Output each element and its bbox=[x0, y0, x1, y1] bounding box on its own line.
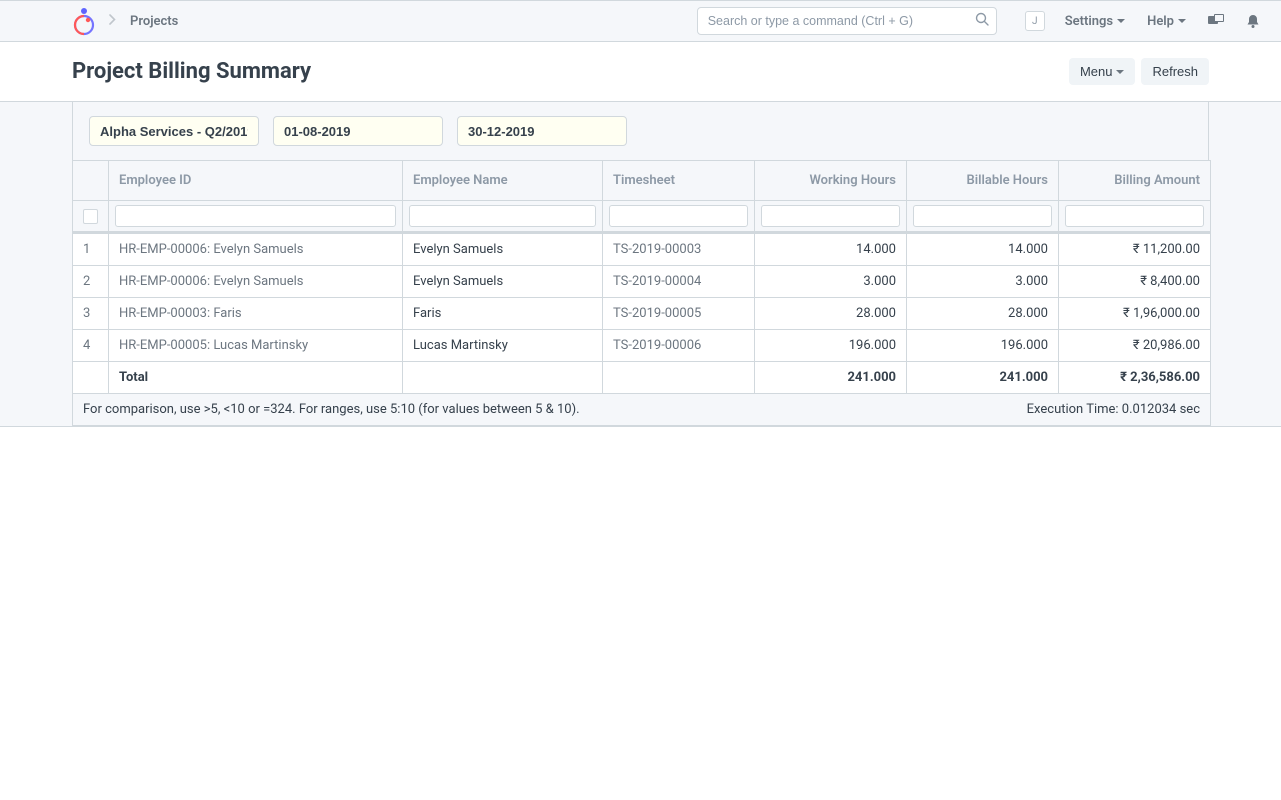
filter-billing-amount[interactable] bbox=[1065, 205, 1204, 227]
cell-timesheet: TS-2019-00004 bbox=[603, 266, 755, 298]
cell-billing-amount: ₹ 11,200.00 bbox=[1059, 233, 1211, 266]
settings-label: Settings bbox=[1065, 14, 1113, 29]
caret-down-icon bbox=[1117, 19, 1125, 23]
row-index: 2 bbox=[73, 266, 109, 298]
row-index: 4 bbox=[73, 330, 109, 362]
select-all-checkbox[interactable] bbox=[83, 209, 98, 224]
cell-working-hours: 14.000 bbox=[755, 233, 907, 266]
caret-down-icon bbox=[1116, 70, 1124, 74]
cell-employee-id: HR-EMP-00003: Faris bbox=[109, 298, 403, 330]
filter-hint: For comparison, use >5, <10 or =324. For… bbox=[83, 402, 580, 417]
navbar: Projects J Settings Help bbox=[0, 0, 1281, 42]
cell-billing-amount: ₹ 8,400.00 bbox=[1059, 266, 1211, 298]
cell-billing-amount: ₹ 1,96,000.00 bbox=[1059, 298, 1211, 330]
cell-billable-hours: 28.000 bbox=[907, 298, 1059, 330]
filter-employee-id[interactable] bbox=[115, 205, 396, 227]
col-header-timesheet[interactable]: Timesheet bbox=[603, 161, 755, 201]
execution-time: Execution Time: 0.012034 sec bbox=[1027, 402, 1200, 417]
report-filters bbox=[72, 102, 1209, 160]
help-menu[interactable]: Help bbox=[1141, 14, 1192, 29]
table-footer: For comparison, use >5, <10 or =324. For… bbox=[73, 394, 1211, 426]
filter-to-date[interactable] bbox=[457, 116, 627, 146]
total-working-hours: 241.000 bbox=[755, 362, 907, 394]
col-header-working-hours[interactable]: Working Hours bbox=[755, 161, 907, 201]
cell-timesheet: TS-2019-00006 bbox=[603, 330, 755, 362]
settings-menu[interactable]: Settings bbox=[1059, 14, 1131, 29]
cell-employee-name: Faris bbox=[403, 298, 603, 330]
menu-button-label: Menu bbox=[1080, 64, 1113, 79]
cell-billable-hours: 196.000 bbox=[907, 330, 1059, 362]
filter-billable-hours[interactable] bbox=[913, 205, 1052, 227]
filter-project[interactable] bbox=[89, 116, 259, 146]
col-header-index bbox=[73, 161, 109, 201]
table-row[interactable]: 2 HR-EMP-00006: Evelyn Samuels Evelyn Sa… bbox=[73, 266, 1211, 298]
page-title: Project Billing Summary bbox=[72, 59, 311, 84]
refresh-button[interactable]: Refresh bbox=[1141, 58, 1209, 85]
filter-working-hours[interactable] bbox=[761, 205, 900, 227]
caret-down-icon bbox=[1178, 19, 1186, 23]
cell-employee-id: HR-EMP-00006: Evelyn Samuels bbox=[109, 233, 403, 266]
cell-working-hours: 28.000 bbox=[755, 298, 907, 330]
row-index: 1 bbox=[73, 233, 109, 266]
cell-employee-name: Evelyn Samuels bbox=[403, 233, 603, 266]
page-header: Project Billing Summary Menu Refresh bbox=[0, 42, 1281, 102]
report-table: Employee ID Employee Name Timesheet Work… bbox=[72, 160, 1211, 426]
cell-billing-amount: ₹ 20,986.00 bbox=[1059, 330, 1211, 362]
cell-working-hours: 3.000 bbox=[755, 266, 907, 298]
col-header-billable-hours[interactable]: Billable Hours bbox=[907, 161, 1059, 201]
help-label: Help bbox=[1147, 14, 1174, 29]
cell-employee-id: HR-EMP-00006: Evelyn Samuels bbox=[109, 266, 403, 298]
breadcrumb-projects[interactable]: Projects bbox=[130, 14, 178, 29]
refresh-button-label: Refresh bbox=[1152, 64, 1198, 79]
cell-employee-name: Lucas Martinsky bbox=[403, 330, 603, 362]
col-header-employee-id[interactable]: Employee ID bbox=[109, 161, 403, 201]
app-logo[interactable] bbox=[73, 7, 95, 36]
table-row[interactable]: 3 HR-EMP-00003: Faris Faris TS-2019-0000… bbox=[73, 298, 1211, 330]
chevron-right-icon bbox=[105, 13, 120, 29]
col-header-billing-amount[interactable]: Billing Amount bbox=[1059, 161, 1211, 201]
table-total-row: Total 241.000 241.000 ₹ 2,36,586.00 bbox=[73, 362, 1211, 394]
total-label: Total bbox=[109, 362, 403, 394]
global-search bbox=[697, 7, 997, 35]
table-row[interactable]: 4 HR-EMP-00005: Lucas Martinsky Lucas Ma… bbox=[73, 330, 1211, 362]
cell-timesheet: TS-2019-00003 bbox=[603, 233, 755, 266]
total-billing-amount: ₹ 2,36,586.00 bbox=[1059, 362, 1211, 394]
cell-employee-id: HR-EMP-00005: Lucas Martinsky bbox=[109, 330, 403, 362]
chat-icon[interactable] bbox=[1202, 14, 1230, 28]
search-input[interactable] bbox=[697, 7, 997, 35]
cell-timesheet: TS-2019-00005 bbox=[603, 298, 755, 330]
column-filter-row bbox=[73, 201, 1211, 233]
cell-billable-hours: 3.000 bbox=[907, 266, 1059, 298]
filter-employee-name[interactable] bbox=[409, 205, 596, 227]
col-header-employee-name[interactable]: Employee Name bbox=[403, 161, 603, 201]
cell-billable-hours: 14.000 bbox=[907, 233, 1059, 266]
cell-working-hours: 196.000 bbox=[755, 330, 907, 362]
table-row[interactable]: 1 HR-EMP-00006: Evelyn Samuels Evelyn Sa… bbox=[73, 233, 1211, 266]
filter-timesheet[interactable] bbox=[609, 205, 748, 227]
total-billable-hours: 241.000 bbox=[907, 362, 1059, 394]
cell-employee-name: Evelyn Samuels bbox=[403, 266, 603, 298]
filter-from-date[interactable] bbox=[273, 116, 443, 146]
user-avatar[interactable]: J bbox=[1025, 11, 1045, 31]
row-index: 3 bbox=[73, 298, 109, 330]
menu-button[interactable]: Menu bbox=[1069, 58, 1136, 85]
bell-icon[interactable] bbox=[1240, 14, 1266, 29]
table-header-row: Employee ID Employee Name Timesheet Work… bbox=[73, 161, 1211, 201]
